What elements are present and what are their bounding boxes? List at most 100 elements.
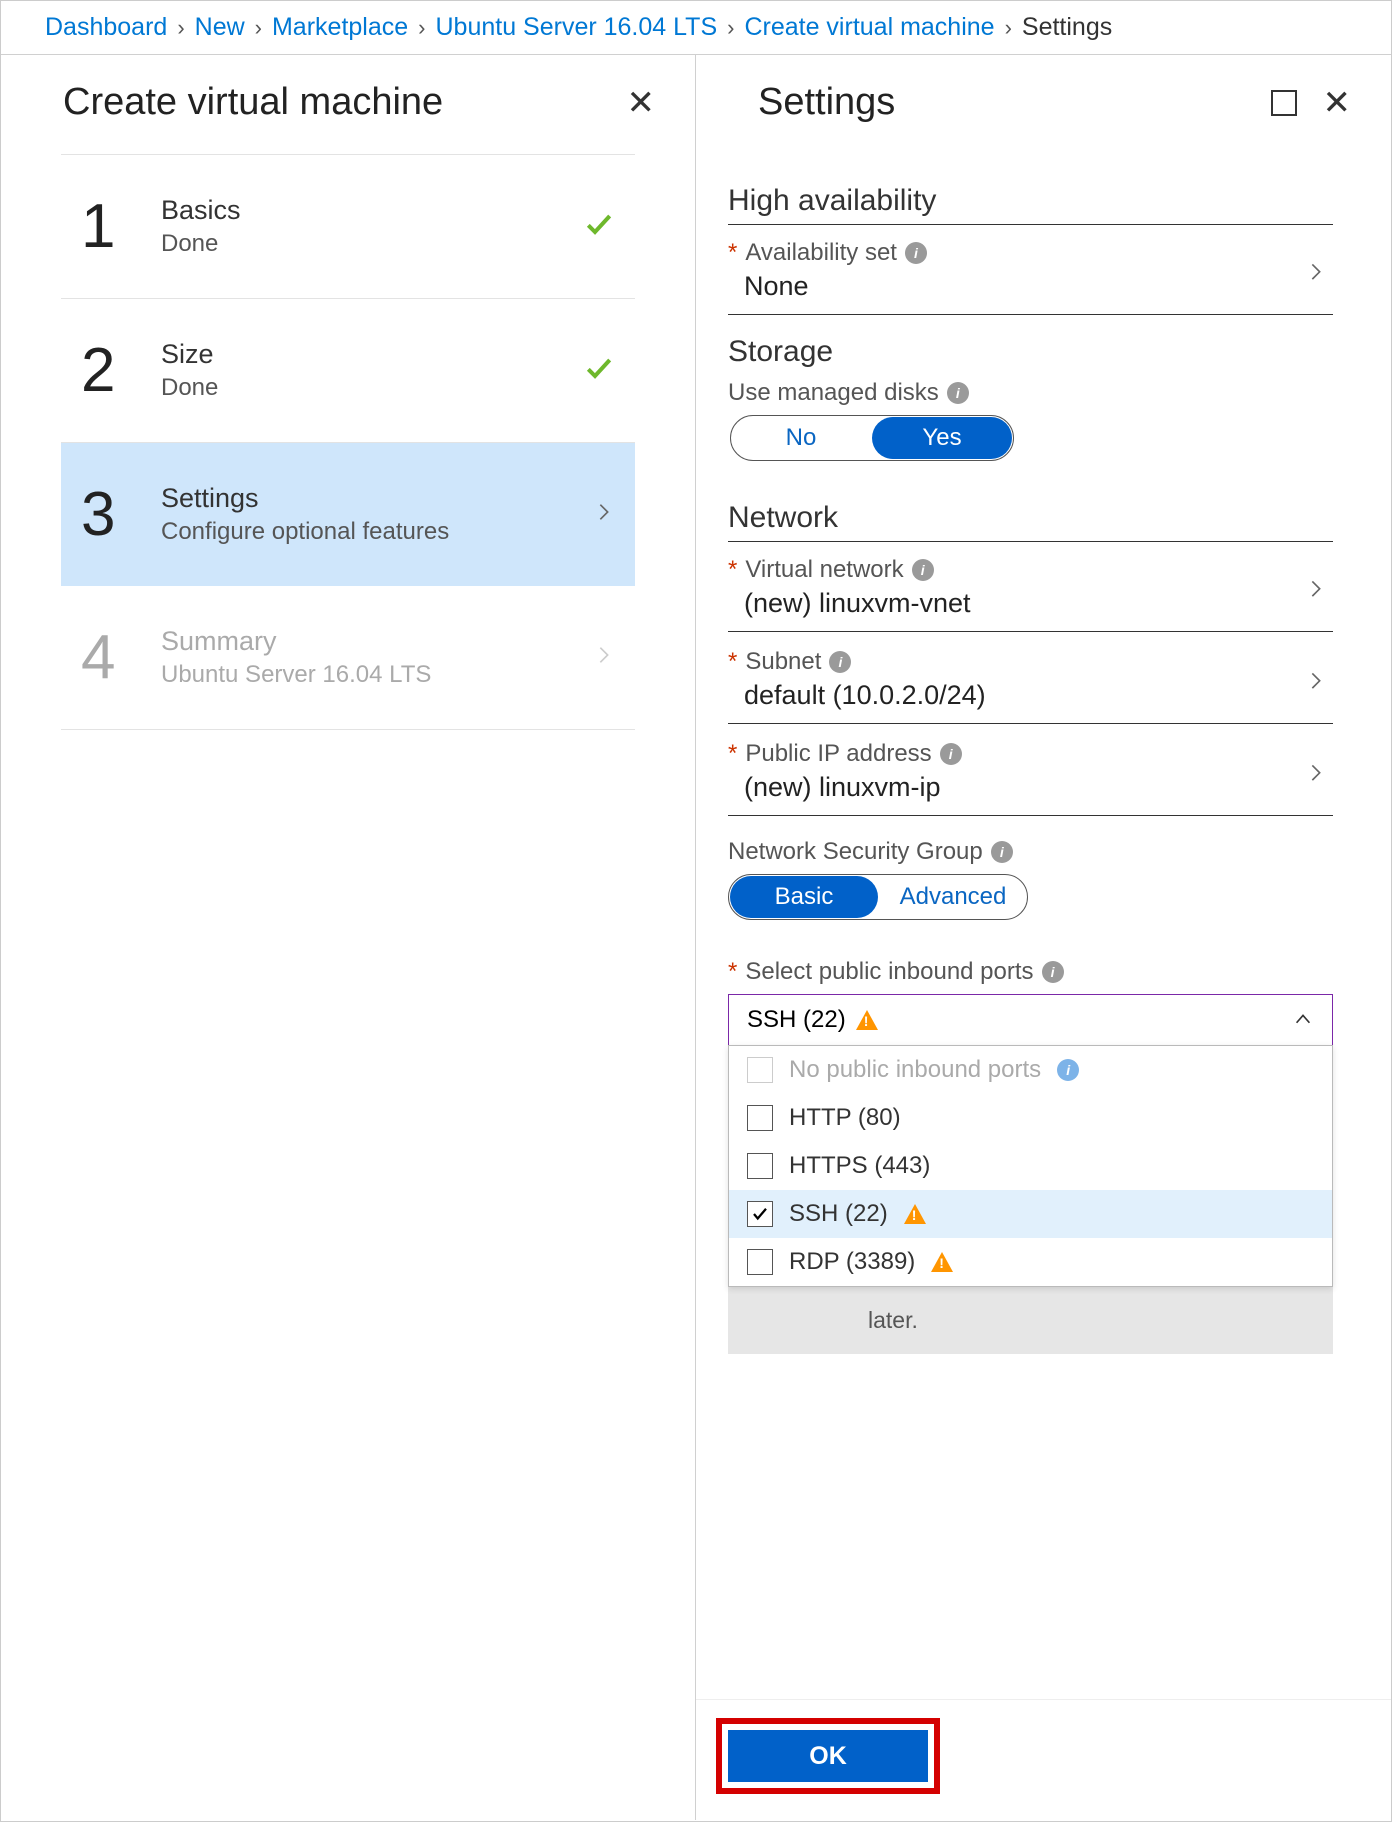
field-value: (new) linuxvm-ip [728, 772, 1333, 803]
required-icon: * [728, 648, 737, 676]
nsg-basic[interactable]: Basic [730, 876, 878, 918]
field-label: Public IP address [745, 740, 931, 768]
step-number: 4 [81, 622, 161, 693]
option-label: HTTPS (443) [789, 1152, 930, 1180]
step-settings[interactable]: 3 Settings Configure optional features [61, 443, 635, 586]
field-label: Availability set [745, 239, 897, 267]
step-number: 1 [81, 191, 161, 262]
chevron-right-icon: › [418, 15, 425, 41]
settings-blade: Settings ✕ High availability * Availabil… [696, 55, 1391, 1820]
step-title: Basics [161, 195, 241, 226]
info-icon[interactable]: i [905, 242, 927, 264]
chevron-right-icon: › [255, 15, 262, 41]
chevron-right-icon: › [1005, 15, 1012, 41]
chevron-right-icon [1305, 761, 1327, 789]
toggle-yes[interactable]: Yes [872, 417, 1012, 459]
breadcrumb-dashboard[interactable]: Dashboard [45, 13, 167, 42]
breadcrumb-new[interactable]: New [195, 13, 245, 42]
port-option-http[interactable]: HTTP (80) [729, 1094, 1332, 1142]
availability-set-field[interactable]: * Availability set i None [728, 229, 1333, 315]
info-icon: i [1057, 1059, 1079, 1081]
inbound-ports-select[interactable]: SSH (22) [728, 994, 1333, 1046]
check-icon [583, 208, 615, 246]
create-vm-blade: Create virtual machine ✕ 1 Basics Done 2… [1, 55, 696, 1820]
required-icon: * [728, 740, 737, 768]
checkbox-icon[interactable] [747, 1201, 773, 1227]
info-icon[interactable]: i [991, 841, 1013, 863]
chevron-right-icon [593, 644, 615, 672]
inbound-ports-dropdown: No public inbound ports i HTTP (80) HTTP… [728, 1045, 1333, 1287]
chevron-right-icon [593, 501, 615, 529]
warning-icon [856, 1010, 878, 1030]
subnet-field[interactable]: * Subnet i default (10.0.2.0/24) [728, 638, 1333, 724]
step-title: Size [161, 339, 218, 370]
check-icon [583, 352, 615, 390]
info-icon[interactable]: i [947, 382, 969, 404]
maximize-icon[interactable] [1271, 90, 1297, 116]
step-number: 2 [81, 335, 161, 406]
info-icon[interactable]: i [1042, 961, 1064, 983]
chevron-up-icon [1292, 1009, 1314, 1031]
section-storage: Storage [728, 335, 1333, 375]
managed-disks-toggle[interactable]: No Yes [730, 415, 1014, 461]
blade-title: Create virtual machine [63, 81, 443, 124]
ok-highlight: OK [716, 1718, 940, 1794]
step-basics[interactable]: 1 Basics Done [61, 154, 635, 299]
step-subtitle: Configure optional features [161, 518, 449, 546]
required-icon: * [728, 958, 737, 986]
breadcrumb-current: Settings [1022, 13, 1112, 42]
option-label: HTTP (80) [789, 1104, 901, 1132]
breadcrumb-ubuntu[interactable]: Ubuntu Server 16.04 LTS [435, 13, 717, 42]
option-label: SSH (22) [789, 1200, 888, 1228]
port-option-rdp[interactable]: RDP (3389) [729, 1238, 1332, 1286]
footer-bar: OK [696, 1699, 1391, 1820]
step-subtitle: Ubuntu Server 16.04 LTS [161, 661, 431, 689]
section-network: Network [728, 501, 1333, 542]
nsg-label: Network Security Group i [728, 838, 1333, 866]
checkbox-icon[interactable] [747, 1153, 773, 1179]
toggle-no[interactable]: No [731, 416, 871, 460]
breadcrumb: Dashboard › New › Marketplace › Ubuntu S… [1, 1, 1391, 55]
port-option-https[interactable]: HTTPS (443) [729, 1142, 1332, 1190]
field-value: default (10.0.2.0/24) [728, 680, 1333, 711]
checkbox-icon[interactable] [747, 1249, 773, 1275]
select-value: SSH (22) [747, 1006, 846, 1034]
checkbox-icon [747, 1057, 773, 1083]
port-option-ssh[interactable]: SSH (22) [729, 1190, 1332, 1238]
required-icon: * [728, 239, 737, 267]
close-icon[interactable]: ✕ [627, 86, 656, 120]
option-label: No public inbound ports [789, 1056, 1041, 1084]
option-label: RDP (3389) [789, 1248, 915, 1276]
step-title: Settings [161, 483, 449, 514]
nsg-toggle[interactable]: Basic Advanced [728, 874, 1028, 920]
field-value: (new) linuxvm-vnet [728, 588, 1333, 619]
managed-disks-label: Use managed disks i [728, 379, 1333, 407]
chevron-right-icon: › [177, 15, 184, 41]
step-subtitle: Done [161, 374, 218, 402]
field-value: None [728, 271, 1333, 302]
port-option-none: No public inbound ports i [729, 1046, 1332, 1094]
info-icon[interactable]: i [912, 559, 934, 581]
ok-button[interactable]: OK [728, 1730, 928, 1782]
close-icon[interactable]: ✕ [1323, 86, 1352, 120]
info-icon[interactable]: i [940, 743, 962, 765]
field-label: Subnet [745, 648, 821, 676]
section-high-availability: High availability [728, 184, 1333, 225]
chevron-right-icon [1305, 260, 1327, 288]
checkbox-icon[interactable] [747, 1105, 773, 1131]
help-text-snippet: later. [728, 1287, 1333, 1354]
step-size[interactable]: 2 Size Done [61, 299, 635, 443]
step-summary: 4 Summary Ubuntu Server 16.04 LTS [61, 586, 635, 730]
virtual-network-field[interactable]: * Virtual network i (new) linuxvm-vnet [728, 546, 1333, 632]
breadcrumb-marketplace[interactable]: Marketplace [272, 13, 408, 42]
nsg-advanced[interactable]: Advanced [879, 875, 1027, 919]
chevron-right-icon: › [727, 15, 734, 41]
step-title: Summary [161, 626, 431, 657]
info-icon[interactable]: i [829, 651, 851, 673]
public-ip-field[interactable]: * Public IP address i (new) linuxvm-ip [728, 730, 1333, 816]
breadcrumb-create-vm[interactable]: Create virtual machine [744, 13, 994, 42]
required-icon: * [728, 556, 737, 584]
step-number: 3 [81, 479, 161, 550]
chevron-right-icon [1305, 669, 1327, 697]
step-subtitle: Done [161, 230, 241, 258]
